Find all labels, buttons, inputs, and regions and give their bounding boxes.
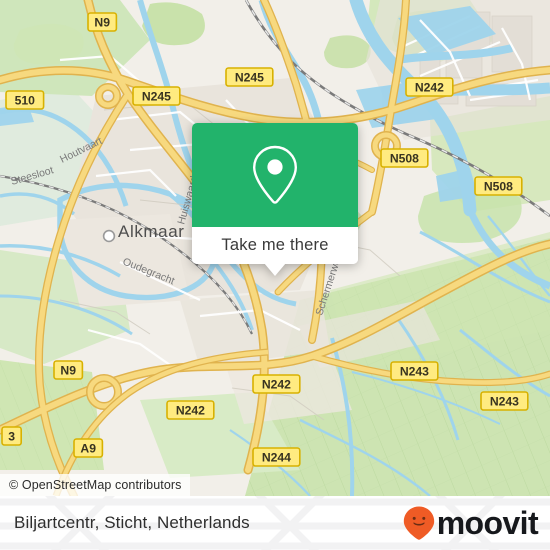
bottom-bar: Biljartcentr, Sticht, Netherlands moovit xyxy=(0,496,550,550)
take-me-there-button[interactable]: Take me there xyxy=(192,227,358,264)
road-shield-label: N245 xyxy=(142,90,171,104)
moovit-brand[interactable]: moovit xyxy=(402,496,539,550)
road-shield-label: 3 xyxy=(8,430,15,444)
road-shield-label: N242 xyxy=(176,404,205,418)
moovit-wordmark: moovit xyxy=(436,505,539,541)
road-shield-label: N508 xyxy=(390,152,419,166)
road-shield: N508 xyxy=(380,148,429,168)
road-shield: N245 xyxy=(225,67,274,87)
moovit-map-screenshot: Alkmaar Steesloot Houtvaart Oudegracht Huisw… xyxy=(0,0,550,550)
road-shield-label: N244 xyxy=(262,451,291,465)
osm-attribution[interactable]: © OpenStreetMap contributors xyxy=(0,474,190,496)
city-marker xyxy=(102,229,116,243)
moovit-smiley-pin-icon xyxy=(403,506,434,540)
road-shield: N245 xyxy=(132,86,181,106)
road-shield: N9 xyxy=(87,12,118,32)
road-shield: A9 xyxy=(73,438,104,458)
callout-icon-area xyxy=(192,123,358,227)
road-shield-label: N243 xyxy=(490,395,519,409)
road-shield-label: N245 xyxy=(235,71,264,85)
place-title: Biljartcentr, Sticht, Netherlands xyxy=(14,513,250,532)
map-canvas[interactable]: Alkmaar Steesloot Houtvaart Oudegracht Huisw… xyxy=(0,0,550,496)
road-shield: N242 xyxy=(166,400,215,420)
road-shield: N242 xyxy=(405,77,454,97)
road-shield-label: N508 xyxy=(484,180,513,194)
road-shield-label: N9 xyxy=(60,364,76,378)
road-shield-label: N9 xyxy=(94,16,110,30)
road-shield-label: 510 xyxy=(15,94,36,108)
location-callout[interactable]: Take me there xyxy=(192,123,358,276)
road-shield-label: A9 xyxy=(80,442,96,456)
callout-pointer xyxy=(264,263,286,276)
road-shield: N243 xyxy=(390,361,439,381)
road-shield: N9 xyxy=(53,360,84,380)
road-shield: N242 xyxy=(252,374,301,394)
map-pin-icon xyxy=(252,145,298,204)
road-shield-label: N242 xyxy=(262,378,291,392)
road-shield: N508 xyxy=(474,176,523,196)
callout-body: Take me there xyxy=(192,123,358,264)
road-shield: 510 xyxy=(5,90,45,110)
road-shield: 3 xyxy=(1,426,23,446)
road-shield-label: N242 xyxy=(415,81,444,95)
city-label: Alkmaar xyxy=(118,222,185,241)
road-shield: N244 xyxy=(252,447,301,467)
road-shield: N243 xyxy=(480,391,529,411)
road-shield-label: N243 xyxy=(400,365,429,379)
